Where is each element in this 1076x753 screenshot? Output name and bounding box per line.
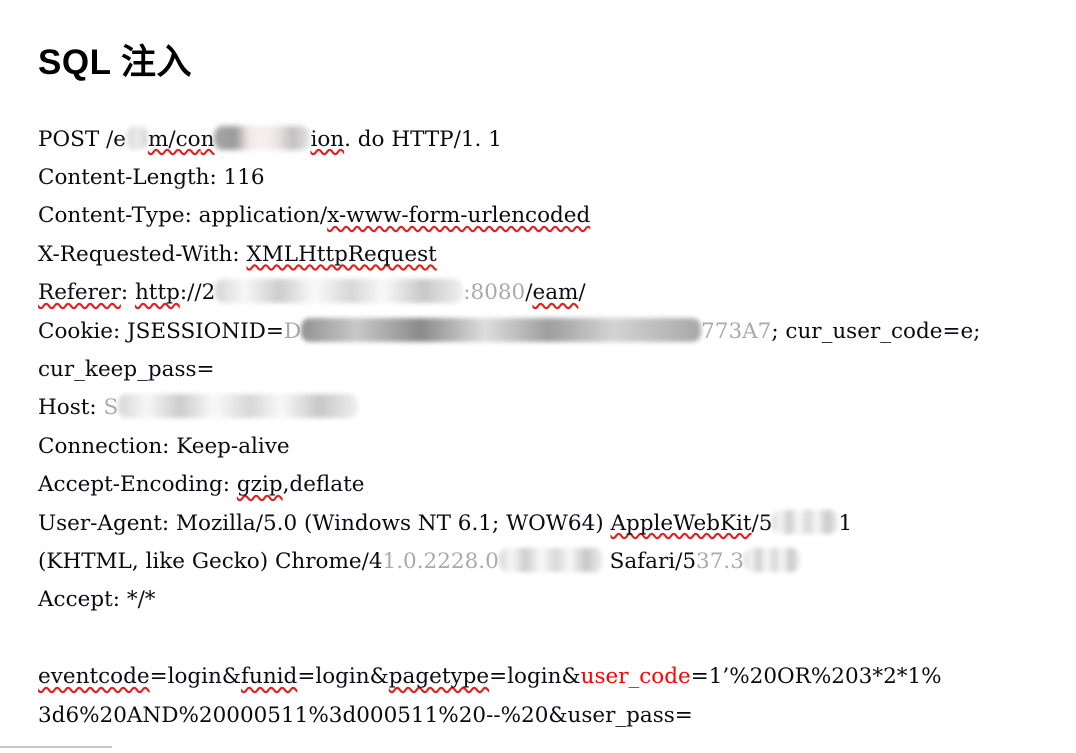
http-request-dump: POST /e m/con ion. do HTTP/1. 1 Content-Len… — [0, 83, 1076, 735]
document-page: SQL 注入 POST /e m/con ion. do HTTP/1. 1 Cont… — [0, 0, 1076, 753]
text-run: User-Agent: Mozilla/5.0 (Windows NT 6.1;… — [38, 510, 611, 536]
request-line-content-type: Content-Type: application/x-www-form-url… — [38, 197, 1038, 235]
text-run: 1 — [838, 510, 853, 536]
spellcheck-underlined-text: eam — [532, 280, 579, 306]
partially-obscured-text: 1.0.2228.0 — [382, 548, 499, 574]
text-run: Host: — [38, 395, 104, 421]
partially-obscured-text: 37.3 — [696, 548, 744, 574]
text-run: Accept-Encoding: — [38, 472, 237, 498]
redaction-blur — [498, 547, 603, 572]
text-run: : — [120, 280, 135, 306]
text-run: /5 — [751, 510, 773, 536]
text-run: =login& — [489, 664, 581, 690]
spellcheck-underlined-text: Referer — [38, 280, 121, 306]
request-line-accept-encoding: Accept-Encoding: gzip,deflate — [38, 466, 1038, 504]
text-run: Content-Type: application/ — [38, 203, 328, 229]
text-run: / — [578, 280, 586, 306]
injected-parameter-name: user_code — [580, 664, 691, 690]
request-line-cookie-wrap: cur_keep_pass= — [38, 351, 1038, 389]
redaction-blur — [125, 125, 148, 150]
request-line-connection: Connection: Keep-alive — [38, 428, 1038, 466]
text-run: 3d6%20AND%20000511%3d000511%20--%20&user… — [38, 702, 693, 728]
text-run: ://2 — [179, 280, 216, 306]
spellcheck-underlined-text: eventcode — [38, 664, 150, 690]
bottom-rule-divider — [0, 746, 112, 748]
text-run: Connection: Keep-alive — [38, 433, 290, 459]
redaction-blur — [118, 394, 359, 419]
request-line-post-body-2: 3d6%20AND%20000511%3d000511%20--%20&user… — [38, 697, 1038, 735]
spellcheck-underlined-text: n — [200, 126, 215, 152]
spellcheck-underlined-text: XMLHttpRequest — [246, 241, 437, 267]
text-run: =login& — [297, 664, 389, 690]
spellcheck-underlined-text: x-www-form-urlencoded — [327, 203, 591, 229]
spellcheck-underlined-text: http — [134, 280, 180, 306]
text-run: X-Requested-With: — [38, 241, 247, 267]
request-line-accept: Accept: */* — [38, 581, 1038, 619]
redaction-blur — [301, 317, 702, 342]
spellcheck-underlined-text: AppleWebKit — [610, 510, 752, 536]
request-line-host: Host: S — [38, 389, 1038, 427]
request-line-referer: Referer: http://2:8080/eam/ — [38, 274, 1038, 312]
request-body-lines: eventcode=login&funid=login&pagetype=log… — [38, 658, 1038, 735]
redaction-blur — [772, 509, 839, 534]
text-run: Safari/5 — [602, 548, 697, 574]
redaction-blur — [214, 125, 311, 150]
request-line-x-requested-with: X-Requested-With: XMLHttpRequest — [38, 236, 1038, 274]
blank-separator-line — [38, 620, 1038, 658]
spellcheck-underlined-text: ion — [310, 126, 345, 152]
text-run: ; cur_user_code=e; — [771, 318, 981, 344]
text-run: =login& — [149, 664, 242, 690]
request-line-user-agent: User-Agent: Mozilla/5.0 (Windows NT 6.1;… — [38, 505, 1038, 543]
request-line-user-agent-wrap: (KHTML, like Gecko) Chrome/41.0.2228.0 S… — [38, 543, 1038, 581]
text-run: (KHTML, like Gecko) Chrome/4 — [38, 548, 383, 574]
text-run: Content-Length: 116 — [38, 164, 265, 190]
partially-obscured-text: 773A7 — [701, 318, 772, 344]
spellcheck-underlined-text: pagetype — [388, 664, 490, 690]
spellcheck-underlined-text: funid — [241, 664, 298, 690]
request-line-post-body-1: eventcode=login&funid=login&pagetype=log… — [38, 658, 1038, 696]
partially-obscured-text: D — [283, 318, 302, 344]
text-run: . do HTTP/1. 1 — [344, 126, 502, 152]
request-line-content-length: Content-Length: 116 — [38, 159, 1038, 197]
text-run: Cookie: JSESSIONID= — [38, 318, 284, 344]
request-line-request-line: POST /e m/con ion. do HTTP/1. 1 — [38, 121, 1038, 159]
text-run: cur_keep_pass= — [38, 356, 215, 382]
spellcheck-underlined-text: gzip — [236, 472, 283, 498]
redaction-blur — [743, 547, 800, 572]
text-run: POST /e — [38, 126, 126, 152]
text-run: ,deflate — [282, 472, 365, 498]
spellcheck-underlined-text: m/co — [147, 126, 201, 152]
partially-obscured-text: S — [103, 395, 119, 421]
redaction-blur — [215, 279, 464, 304]
partially-obscured-text: :8080 — [463, 280, 526, 306]
page-title: SQL 注入 — [38, 43, 193, 82]
text-run: Accept: */* — [38, 587, 156, 613]
request-header-lines: POST /e m/con ion. do HTTP/1. 1 Content-Len… — [38, 121, 1038, 620]
request-line-cookie: Cookie: JSESSIONID=D 773A7; cur_user_code… — [38, 313, 1038, 351]
text-run: =1’%20OR%203*2*1% — [690, 664, 942, 690]
